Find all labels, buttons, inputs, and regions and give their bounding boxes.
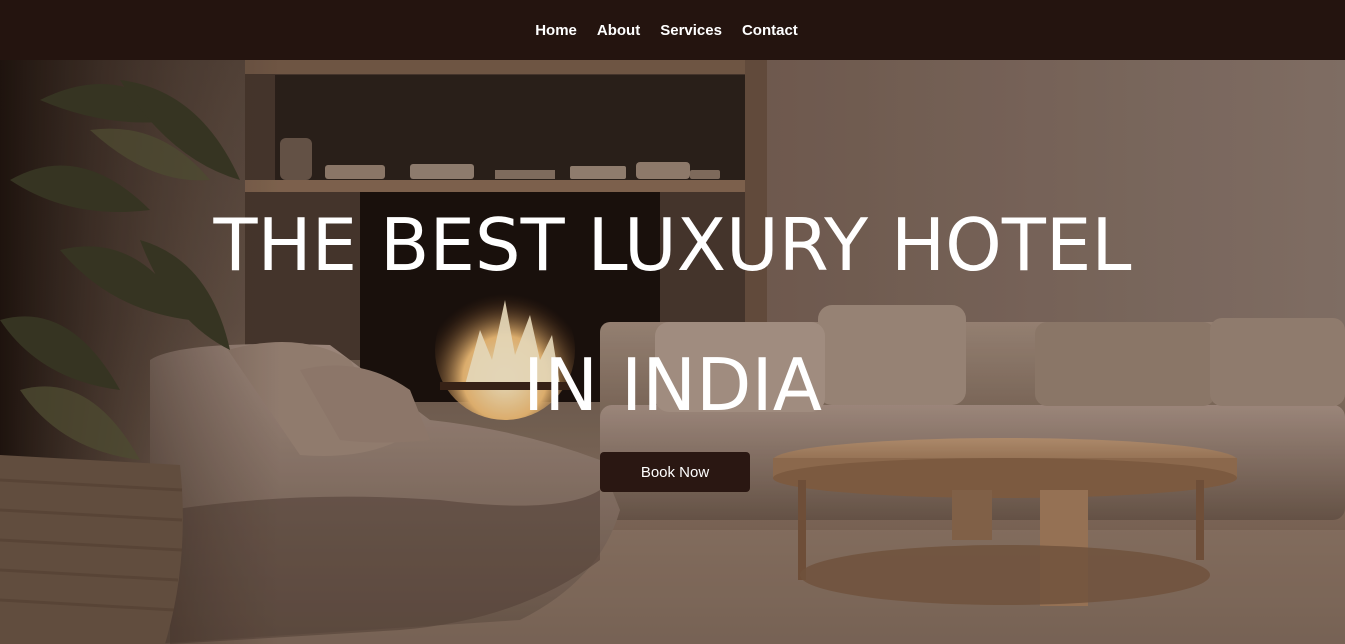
nav-link-services[interactable]: Services — [660, 22, 722, 39]
hero-title-line-2: IN INDIA — [522, 343, 822, 427]
hero-title-line-1: THE BEST LUXURY HOTEL — [213, 203, 1132, 287]
book-now-button[interactable]: Book Now — [600, 452, 750, 492]
nav-link-contact[interactable]: Contact — [742, 22, 798, 39]
page: Home About Services Contact THE BEST LUX… — [0, 0, 1345, 644]
nav-link-home[interactable]: Home — [535, 22, 577, 39]
nav-link-about[interactable]: About — [597, 22, 640, 39]
top-navbar: Home About Services Contact — [0, 0, 1345, 60]
hero-section: THE BEST LUXURY HOTEL IN INDIA Book Now — [0, 60, 1345, 644]
nav-links: Home About Services Contact — [535, 22, 798, 39]
